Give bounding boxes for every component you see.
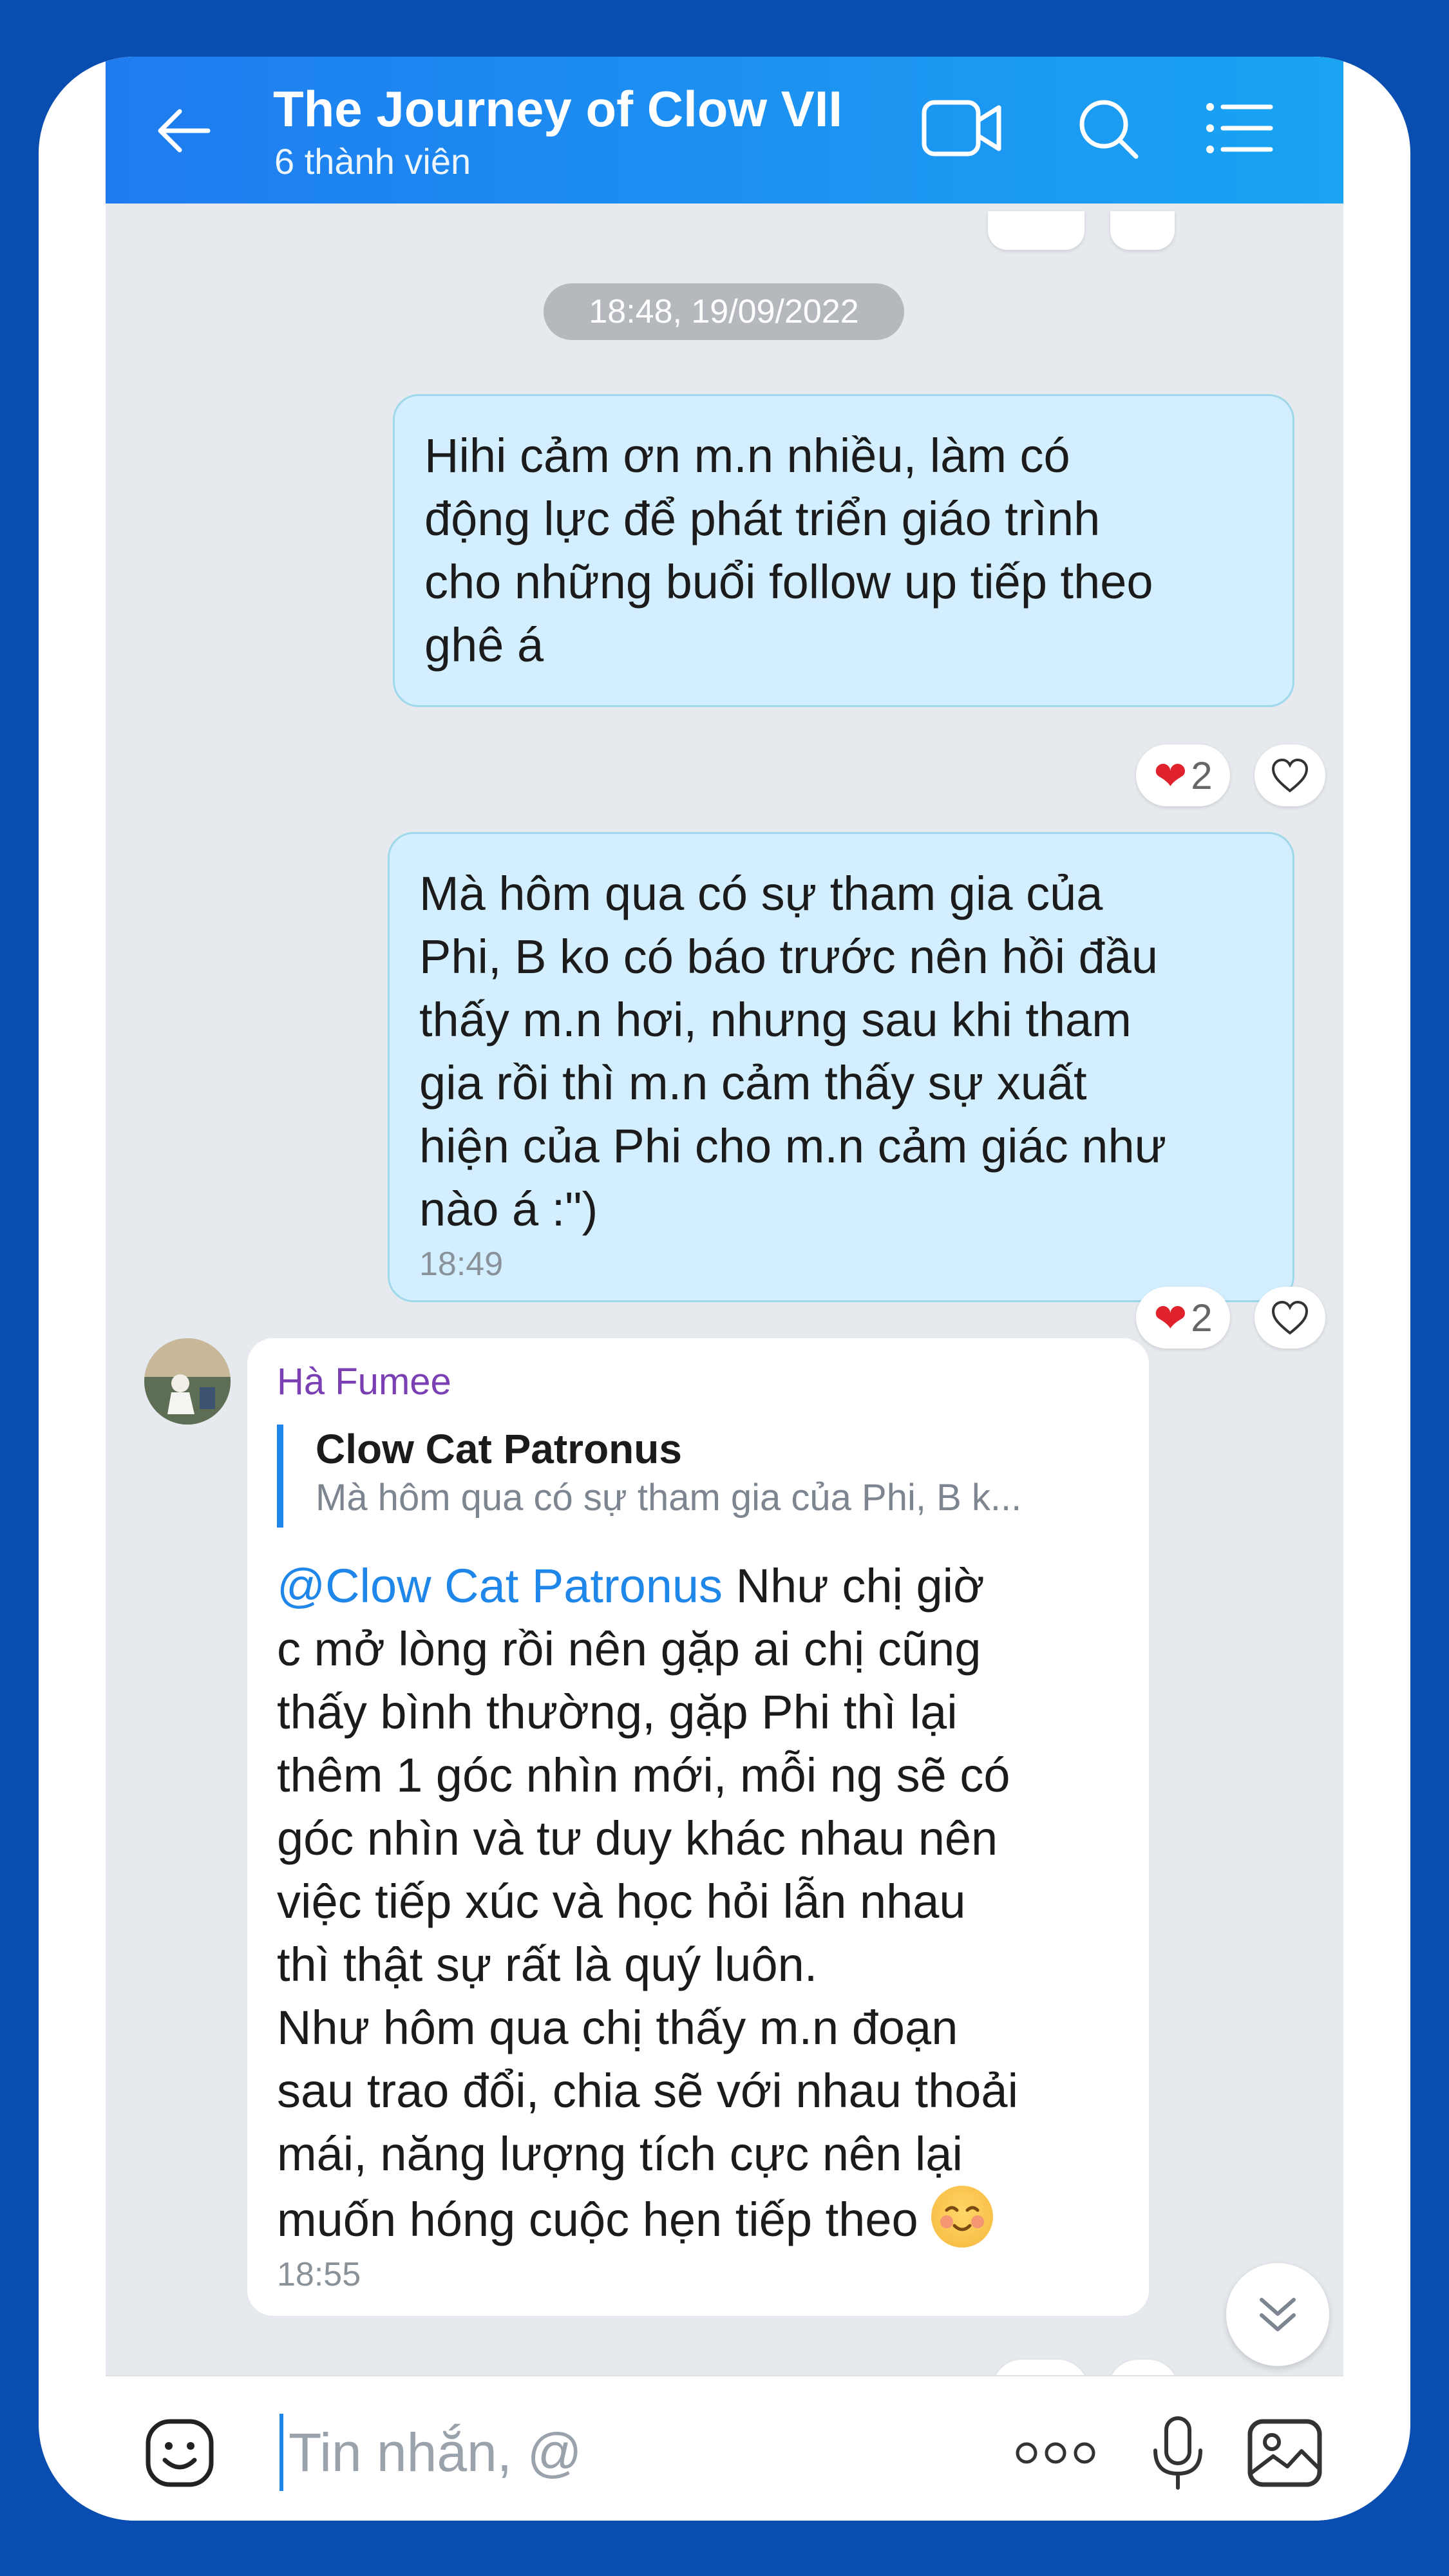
more-options-button[interactable]: [1014, 2411, 1097, 2495]
voice-message-button[interactable]: [1136, 2411, 1220, 2495]
menu-button[interactable]: [1194, 86, 1284, 170]
phone-frame: The Journey of Clow VII 6 thành viên 18:…: [39, 57, 1410, 2521]
message-text: @Clow Cat Patronus Như chị giờ c mở lòng…: [277, 1555, 1119, 2251]
react-button-previous[interactable]: [1110, 211, 1175, 250]
image-icon: [1247, 2419, 1322, 2487]
chat-title[interactable]: The Journey of Clow VII: [273, 80, 842, 138]
message-line: thấy bình thường, gặp Phi thì lại: [277, 1685, 958, 1739]
message-input-bar: [106, 2375, 1343, 2521]
chat-header: The Journey of Clow VII 6 thành viên: [106, 57, 1343, 204]
microphone-icon: [1153, 2416, 1202, 2490]
message-line: mái, năng lượng tích cực nên lại: [277, 2127, 963, 2181]
react-button[interactable]: [1255, 1287, 1325, 1349]
heart-outline-icon: [1271, 758, 1309, 793]
sender-name[interactable]: Hà Fumee: [277, 1360, 1119, 1412]
outgoing-message[interactable]: Hihi cảm ơn m.n nhiều, làm có động lực đ…: [393, 394, 1294, 707]
mention-link[interactable]: @Clow Cat Patronus: [277, 1559, 723, 1613]
video-call-icon: [922, 100, 1001, 156]
message-line: muốn hóng cuộc hẹn tiếp theo: [277, 2193, 932, 2246]
message-text: Mà hôm qua có sự tham gia của Phi, B ko …: [419, 867, 1167, 1236]
message-line: việc tiếp xúc và học hỏi lẫn nhau: [277, 1875, 966, 1928]
reaction-badge[interactable]: ❤ 2: [1136, 1287, 1230, 1349]
outgoing-message[interactable]: Mà hôm qua có sự tham gia của Phi, B ko …: [388, 832, 1294, 1302]
search-button[interactable]: [1063, 86, 1153, 170]
message-line: Như hôm qua chị thấy m.n đoạn: [277, 2001, 958, 2054]
send-image-button[interactable]: [1243, 2411, 1327, 2495]
reaction-count: 2: [1191, 753, 1213, 797]
incoming-message[interactable]: Hà Fumee Clow Cat Patronus Mà hôm qua có…: [247, 1338, 1149, 2316]
message-text: Hihi cảm ơn m.n nhiều, làm có động lực đ…: [424, 429, 1153, 672]
message-line: sau trao đổi, chia sẽ với nhau thoải: [277, 2064, 1019, 2117]
quote-text: Mà hôm qua có sự tham gia của Phi, B k..…: [316, 1477, 1022, 1519]
quoted-message[interactable]: Clow Cat Patronus Mà hôm qua có sự tham …: [277, 1425, 1119, 1528]
member-count[interactable]: 6 thành viên: [274, 140, 471, 182]
heart-icon: ❤: [1153, 1296, 1188, 1341]
date-separator: 18:48, 19/09/2022: [544, 283, 904, 340]
message-line: c mở lòng rồi nên gặp ai chị cũng: [277, 1622, 981, 1676]
avatar[interactable]: [144, 1338, 231, 1425]
emoji-picker-button[interactable]: [138, 2411, 222, 2495]
more-dots-icon: [1016, 2442, 1095, 2464]
message-time: 18:55: [277, 2256, 361, 2293]
message-input[interactable]: [279, 2414, 988, 2491]
video-call-button[interactable]: [917, 86, 1007, 170]
search-icon: [1079, 100, 1139, 159]
blushing-smile-emoji-icon: [931, 2186, 994, 2248]
back-button[interactable]: [144, 95, 222, 166]
reaction-count: 2: [1191, 1296, 1213, 1340]
scroll-to-bottom-button[interactable]: [1226, 2263, 1329, 2366]
back-arrow-icon: [158, 109, 211, 153]
message-line: góc nhìn và tư duy khác nhau nên: [277, 1812, 998, 1865]
reaction-badge-previous[interactable]: [988, 211, 1084, 250]
message-line: thêm 1 góc nhìn mới, mỗi ng sẽ có: [277, 1748, 1010, 1802]
heart-outline-icon: [1271, 1300, 1309, 1335]
heart-icon: ❤: [1153, 753, 1188, 799]
reaction-badge[interactable]: ❤ 2: [1136, 744, 1230, 806]
chat-screen: The Journey of Clow VII 6 thành viên 18:…: [106, 57, 1343, 2521]
react-button[interactable]: [1255, 744, 1325, 806]
message-line: thì thật sự rất là quý luôn.: [277, 1938, 818, 1991]
message-line: Như chị giờ: [723, 1559, 985, 1613]
menu-list-icon: [1206, 103, 1273, 153]
double-chevron-down-icon: [1260, 2298, 1296, 2331]
quote-author: Clow Cat Patronus: [316, 1426, 682, 1472]
message-time: 18:49: [419, 1245, 504, 1283]
sticker-smile-icon: [146, 2419, 214, 2487]
